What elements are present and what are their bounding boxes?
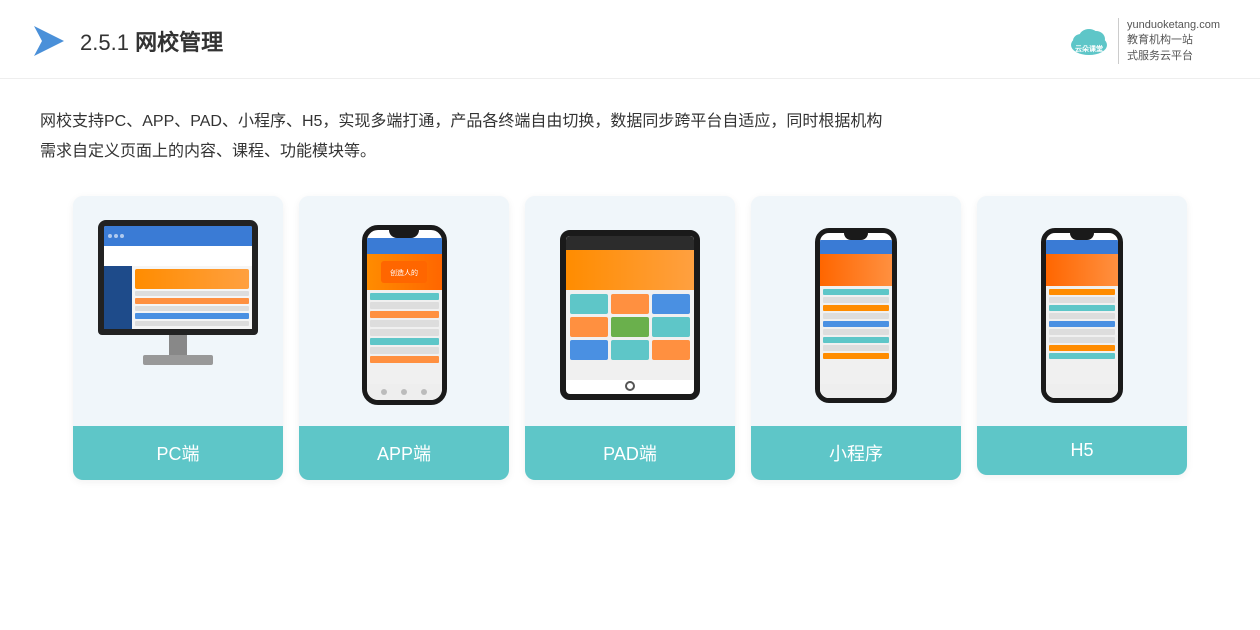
- miniapp-phone-illustration: [815, 228, 897, 403]
- brand-text: yunduoketang.com 教育机构一站 式服务云平台: [1118, 18, 1220, 64]
- card-app-image: 创造人的: [299, 196, 509, 426]
- h5-phone-illustration: [1041, 228, 1123, 403]
- card-miniapp: 小程序: [751, 196, 961, 480]
- svg-text:云朵课堂: 云朵课堂: [1075, 44, 1103, 53]
- card-miniapp-image: [751, 196, 961, 426]
- description-block: 网校支持PC、APP、PAD、小程序、H5，实现多端打通，产品各终端自由切换，数…: [0, 79, 1260, 176]
- header: 2.5.1 网校管理 云朵课堂 yunduoketang.com 教育机构一站 …: [0, 0, 1260, 79]
- description-line2: 需求自定义页面上的内容、课程、功能模块等。: [40, 137, 1220, 167]
- card-app: 创造人的: [299, 196, 509, 480]
- card-pad-label: PAD端: [525, 426, 735, 480]
- card-pc: PC端: [73, 196, 283, 480]
- card-pc-image: [73, 196, 283, 426]
- app-phone-illustration: 创造人的: [362, 225, 447, 405]
- cards-section: PC端 创造人的: [0, 176, 1260, 500]
- logo-arrow-icon: [30, 22, 68, 60]
- card-pad-image: [525, 196, 735, 426]
- page-title: 2.5.1 网校管理: [80, 25, 223, 57]
- brand-cloud-icon: 云朵课堂: [1068, 23, 1110, 59]
- card-h5: H5: [977, 196, 1187, 475]
- card-h5-image: [977, 196, 1187, 426]
- card-app-label: APP端: [299, 426, 509, 480]
- pc-monitor-illustration: [93, 220, 263, 410]
- brand-tagline-1: 教育机构一站: [1127, 33, 1220, 48]
- card-pc-label: PC端: [73, 426, 283, 480]
- card-h5-label: H5: [977, 426, 1187, 475]
- pad-illustration: [560, 230, 700, 400]
- brand-url: yunduoketang.com: [1127, 18, 1220, 33]
- card-miniapp-label: 小程序: [751, 426, 961, 480]
- brand-tagline-2: 式服务云平台: [1127, 49, 1220, 64]
- header-left: 2.5.1 网校管理: [30, 22, 223, 60]
- page: 2.5.1 网校管理 云朵课堂 yunduoketang.com 教育机构一站 …: [0, 0, 1260, 630]
- description-line1: 网校支持PC、APP、PAD、小程序、H5，实现多端打通，产品各终端自由切换，数…: [40, 107, 1220, 137]
- svg-text:创造人的: 创造人的: [390, 268, 418, 277]
- header-right: 云朵课堂 yunduoketang.com 教育机构一站 式服务云平台: [1068, 18, 1220, 64]
- card-pad: PAD端: [525, 196, 735, 480]
